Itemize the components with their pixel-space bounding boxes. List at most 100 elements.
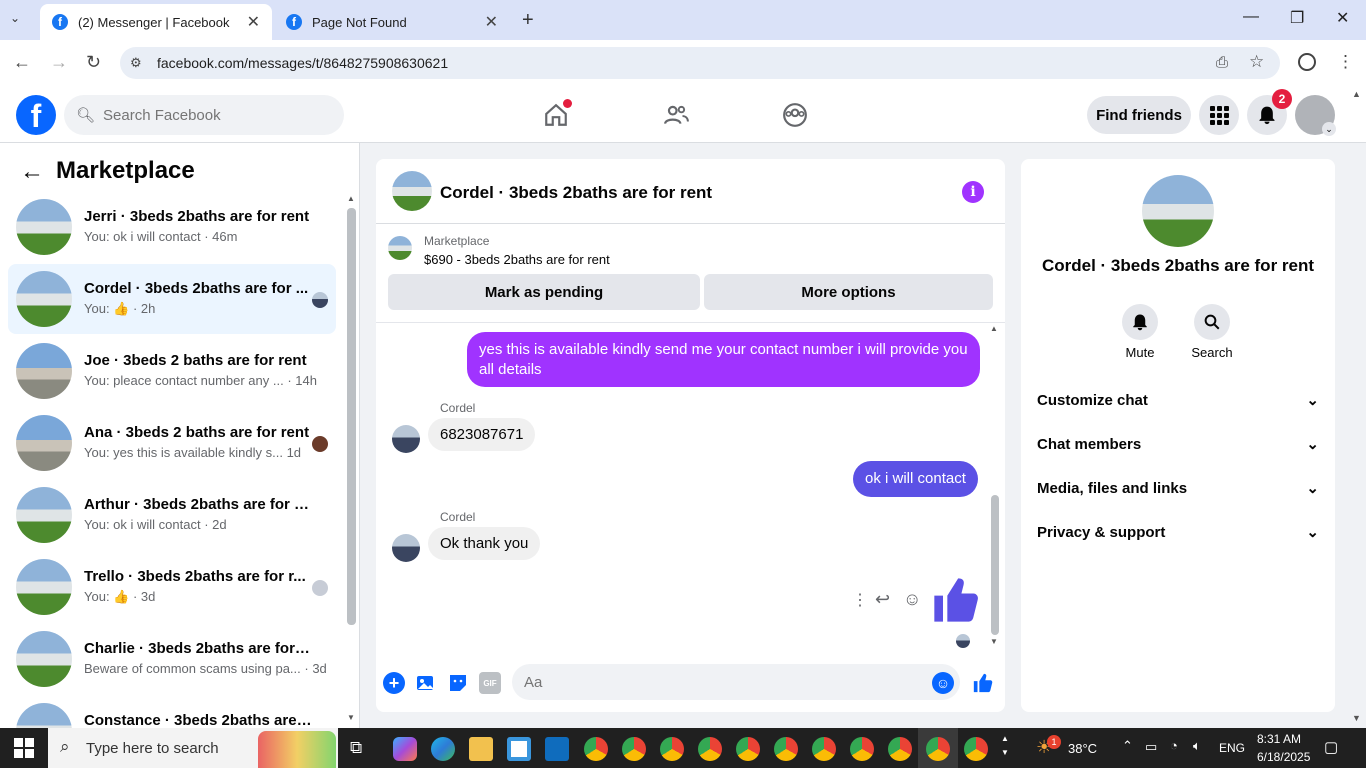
info-icon[interactable]: i	[962, 181, 984, 203]
sidebar-scroll-up-icon[interactable]: ▲	[347, 194, 355, 203]
add-attachment-icon[interactable]: +	[383, 672, 405, 694]
chat-title[interactable]: Cordel · 3beds 2baths are for rent	[440, 183, 712, 203]
reload-icon[interactable]: ↻	[86, 52, 101, 73]
profile-icon[interactable]	[1298, 53, 1316, 71]
notification-center-icon[interactable]: ▢	[1324, 738, 1338, 756]
task-view-icon[interactable]: ⧉	[350, 738, 362, 758]
microsoft-store-icon[interactable]	[507, 737, 531, 761]
chat-avatar[interactable]	[392, 171, 432, 211]
file-explorer-icon[interactable]	[469, 737, 493, 761]
incoming-message[interactable]: Ok thank you	[428, 527, 541, 560]
chat-scroll-down-icon[interactable]: ▼	[990, 637, 998, 646]
close-tab-icon[interactable]: ✕	[485, 12, 498, 32]
details-avatar[interactable]	[1142, 175, 1214, 247]
input-language[interactable]: ENG	[1219, 741, 1245, 755]
minimize-icon[interactable]: —	[1243, 8, 1259, 26]
back-icon[interactable]: ←	[13, 52, 31, 73]
friends-icon[interactable]	[661, 100, 691, 130]
conversation-item-active[interactable]: Cordel · 3beds 2baths are for ... You: 👍…	[8, 264, 336, 334]
sticker-icon[interactable]	[447, 672, 469, 694]
chrome-icon[interactable]	[660, 737, 684, 761]
chat-members-row[interactable]: Chat members ⌄	[1029, 424, 1327, 464]
back-arrow-icon[interactable]: ←	[20, 158, 44, 186]
conversation-item[interactable]: Ana · 3beds 2 baths are for rent You: ye…	[8, 408, 336, 478]
page-scroll-down-icon[interactable]: ▼	[1352, 713, 1361, 723]
chat-scrollbar[interactable]	[991, 495, 999, 635]
chrome-icon[interactable]	[964, 737, 988, 761]
taskbar-overflow-icon[interactable]: ▲ ▼	[1001, 732, 1009, 760]
sent-like-icon[interactable]	[930, 574, 982, 631]
clock-date[interactable]: 6/18/2025	[1257, 750, 1310, 764]
react-emoji-icon[interactable]: ☺	[903, 589, 921, 610]
copilot-icon[interactable]	[393, 737, 417, 761]
chrome-icon[interactable]	[850, 737, 874, 761]
tab-messenger[interactable]: f (2) Messenger | Facebook ✕	[40, 4, 272, 40]
close-window-icon[interactable]: ✕	[1336, 8, 1349, 28]
show-hidden-icons-icon[interactable]: ⌃	[1122, 738, 1133, 754]
site-info-icon[interactable]: ⚙	[130, 55, 142, 71]
mark-as-pending-button[interactable]: Mark as pending	[388, 274, 700, 310]
mute-button[interactable]	[1122, 304, 1158, 340]
privacy-support-row[interactable]: Privacy & support ⌄	[1029, 512, 1327, 552]
battery-icon[interactable]: ▭	[1145, 739, 1157, 755]
groups-icon[interactable]	[780, 100, 810, 130]
install-app-icon[interactable]: ⎙	[1216, 54, 1228, 71]
forward-icon[interactable]: →	[50, 52, 68, 73]
conversation-item[interactable]: Trello · 3beds 2baths are for r... You: …	[8, 552, 336, 622]
bookmark-star-icon[interactable]: ☆	[1249, 52, 1264, 72]
facebook-logo-icon[interactable]: f	[16, 95, 56, 135]
windows-start-icon[interactable]	[14, 738, 34, 763]
outgoing-message[interactable]: yes this is available kindly send me you…	[467, 332, 980, 387]
outlook-icon[interactable]	[545, 737, 569, 761]
customize-chat-row[interactable]: Customize chat ⌄	[1029, 380, 1327, 420]
sender-avatar[interactable]	[392, 534, 420, 562]
chrome-icon[interactable]	[888, 737, 912, 761]
conversation-item[interactable]: Charlie · 3beds 2baths are for rent Bewa…	[8, 624, 336, 694]
facebook-search[interactable]: 🔍︎	[64, 95, 344, 135]
more-options-button[interactable]: More options	[704, 274, 993, 310]
new-tab-icon[interactable]: +	[522, 9, 534, 32]
emoji-icon[interactable]: ☺	[932, 672, 954, 694]
outgoing-message[interactable]: ok i will contact	[853, 461, 978, 497]
edge-icon[interactable]	[431, 737, 455, 761]
page-scroll-up-icon[interactable]: ▲	[1352, 89, 1361, 99]
chrome-icon[interactable]	[698, 737, 722, 761]
conversation-item[interactable]: Constance · 3beds 2baths are fo...	[8, 696, 336, 728]
menu-grid-icon[interactable]	[1199, 95, 1239, 135]
chrome-icon[interactable]	[926, 737, 950, 761]
sidebar-scroll-down-icon[interactable]: ▼	[347, 713, 355, 722]
browser-menu-icon[interactable]: ⋮	[1337, 52, 1354, 72]
conversation-item[interactable]: Arthur · 3beds 2baths are for rent You: …	[8, 480, 336, 550]
chrome-icon[interactable]	[584, 737, 608, 761]
facebook-search-input[interactable]	[103, 106, 324, 124]
message-composer[interactable]	[512, 664, 960, 700]
account-chevron-icon[interactable]: ⌄	[1322, 122, 1336, 136]
gif-icon[interactable]: GIF	[479, 672, 501, 694]
chat-scroll-up-icon[interactable]: ▲	[990, 324, 998, 333]
wifi-icon[interactable]: ◔	[1170, 738, 1178, 753]
like-button-icon[interactable]	[972, 672, 994, 694]
temperature[interactable]: 38°C	[1068, 741, 1097, 756]
message-more-icon[interactable]: ⋮	[852, 590, 868, 610]
sender-avatar[interactable]	[392, 425, 420, 453]
reply-icon[interactable]: ↩	[875, 589, 890, 610]
message-input[interactable]	[512, 664, 912, 700]
chrome-icon[interactable]	[812, 737, 836, 761]
volume-icon[interactable]: 🔈︎	[1193, 738, 1201, 754]
sidebar-scrollbar[interactable]	[347, 208, 356, 625]
chrome-icon[interactable]	[622, 737, 646, 761]
close-tab-icon[interactable]: ✕	[247, 12, 260, 32]
chrome-icon[interactable]	[774, 737, 798, 761]
clock-time[interactable]: 8:31 AM	[1257, 732, 1301, 746]
listing-title[interactable]: $690 - 3beds 2baths are for rent	[424, 252, 610, 267]
conversation-item[interactable]: Joe · 3beds 2 baths are for rent You: pl…	[8, 336, 336, 406]
tab-list-dropdown-icon[interactable]: ⌄	[10, 11, 20, 25]
restore-icon[interactable]: ❐	[1290, 8, 1304, 28]
search-in-chat-button[interactable]	[1194, 304, 1230, 340]
chrome-icon[interactable]	[736, 737, 760, 761]
media-files-links-row[interactable]: Media, files and links ⌄	[1029, 468, 1327, 508]
find-friends-button[interactable]: Find friends	[1087, 96, 1191, 134]
tab-page-not-found[interactable]: f Page Not Found ✕	[274, 4, 510, 40]
photo-icon[interactable]	[415, 672, 437, 694]
conversation-item[interactable]: Jerri · 3beds 2baths are for rent You: o…	[8, 192, 336, 262]
